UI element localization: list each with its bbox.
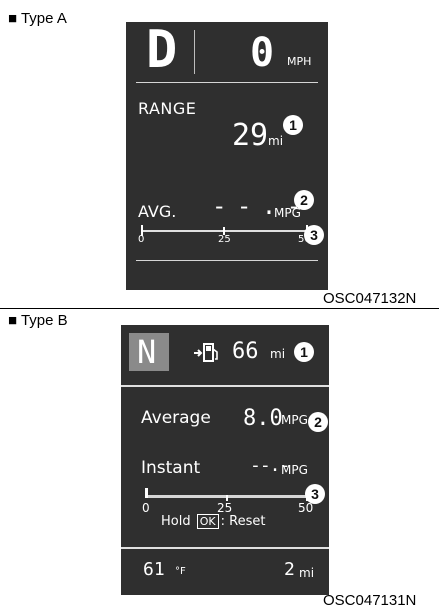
callout-2: 2 xyxy=(308,412,328,432)
reset-hint: Hold OK: Reset xyxy=(161,514,265,529)
bottom-divider xyxy=(121,547,329,549)
trip-unit: mi xyxy=(299,566,315,580)
bottom-divider xyxy=(136,260,318,261)
type-a-code: OSC047132N xyxy=(323,290,417,307)
type-b-cluster: N 66 mi 1 Average 8.0 MPG 2 Instant --.-… xyxy=(121,325,329,595)
instant-unit: MPG xyxy=(281,463,308,477)
speed-value: 0 xyxy=(250,30,275,76)
type-a-cluster: D 0 MPH RANGE 29 mi 1 AVG. - - . - MPG 2… xyxy=(126,20,328,290)
gauge-label-0: 0 xyxy=(138,234,145,245)
gauge-tick-0 xyxy=(145,488,148,498)
avg-label: AVG. xyxy=(138,202,177,221)
range-unit: mi xyxy=(270,347,286,361)
avg-unit: MPG xyxy=(274,206,301,220)
gear-indicator: N xyxy=(137,333,157,371)
gauge-label-25: 25 xyxy=(217,501,233,515)
average-unit: MPG xyxy=(281,413,308,427)
range-value: 66 xyxy=(232,339,259,364)
ok-key-icon: OK xyxy=(196,514,219,529)
range-unit: mi xyxy=(268,134,284,148)
top-divider xyxy=(121,385,329,387)
avg-gauge-bar xyxy=(142,230,308,232)
outside-temp-value: 61 xyxy=(143,559,165,580)
callout-3: 3 xyxy=(304,225,324,245)
instant-label: Instant xyxy=(141,458,201,478)
type-b-code: OSC047131N xyxy=(323,592,417,609)
fuel-pump-icon xyxy=(193,341,219,363)
callout-1: 1 xyxy=(283,115,303,135)
trip-value: 2 xyxy=(284,559,295,580)
type-b-label: ■ Type B xyxy=(8,312,68,329)
callout-1: 1 xyxy=(294,342,314,362)
outside-temp-unit: °F xyxy=(175,566,186,577)
gauge-label-25: 25 xyxy=(218,234,231,245)
range-label: RANGE xyxy=(138,99,197,118)
average-label: Average xyxy=(141,408,211,428)
section-divider-top xyxy=(0,308,439,309)
top-divider xyxy=(136,82,318,83)
callout-3: 3 xyxy=(305,484,325,504)
reset-text: : Reset xyxy=(220,514,266,529)
range-value: 29 xyxy=(232,118,269,153)
average-value: 8.0 xyxy=(243,406,283,431)
callout-2: 2 xyxy=(294,190,314,210)
type-a-label: ■ Type A xyxy=(8,10,67,27)
vertical-separator xyxy=(194,30,195,74)
gear-indicator: D xyxy=(146,20,178,80)
gauge-label-0: 0 xyxy=(142,501,150,515)
hold-text: Hold xyxy=(161,514,191,529)
speed-unit: MPH xyxy=(287,55,312,68)
